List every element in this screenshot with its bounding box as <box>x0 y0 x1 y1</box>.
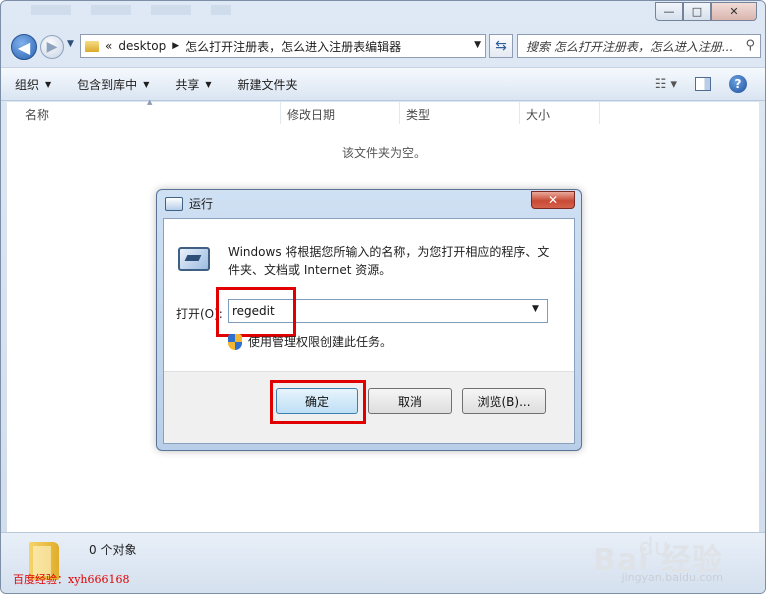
run-title-icon <box>165 196 183 211</box>
baidu-watermark-url: jingyan.baidu.com <box>621 571 723 584</box>
baidu-paw-icon: du <box>638 533 669 561</box>
help-icon[interactable]: ? <box>729 75 747 93</box>
minimize-button[interactable]: — <box>655 2 683 21</box>
address-bar[interactable]: « desktop ▶ 怎么打开注册表，怎么进入注册表编辑器 ▼ <box>80 34 486 58</box>
caption-buttons: — □ ✕ <box>655 2 757 21</box>
dialog-title: 运行 <box>189 197 214 211</box>
command-toolbar: 组织 ▼ 包含到库中 ▼ 共享 ▼ 新建文件夹 ☷ ▾ ? <box>1 67 765 101</box>
browse-button[interactable]: 浏览(B)... <box>462 388 546 414</box>
column-date[interactable]: 修改日期 <box>287 106 335 123</box>
back-button[interactable]: ◀ <box>11 34 37 60</box>
breadcrumb-current-folder[interactable]: 怎么打开注册表，怎么进入注册表编辑器 <box>185 38 401 55</box>
admin-note-text: 使用管理权限创建此任务。 <box>248 335 393 349</box>
run-program-icon <box>178 247 210 271</box>
share-label: 共享 <box>175 77 200 92</box>
author-watermark: 百度经验：xyh666168 <box>13 573 130 586</box>
include-in-library-menu[interactable]: 包含到库中 ▼ <box>77 76 149 93</box>
toolbar-right-group: ☷ ▾ ? <box>655 75 747 93</box>
search-box[interactable]: 搜索 怎么打开注册表，怎么进入注册... ⚲ <box>517 34 761 58</box>
close-button[interactable]: ✕ <box>711 2 757 21</box>
column-divider[interactable] <box>599 102 600 124</box>
chevron-down-icon: ▼ <box>143 79 150 89</box>
chevron-down-icon: ▼ <box>45 79 52 89</box>
column-divider[interactable] <box>519 102 520 124</box>
refresh-icon: ⇆ <box>495 38 507 54</box>
admin-note: 使用管理权限创建此任务。 <box>228 333 392 350</box>
column-divider[interactable] <box>399 102 400 124</box>
column-headers: ▲ 名称 修改日期 类型 大小 <box>7 98 759 126</box>
maximize-button[interactable]: □ <box>683 2 711 21</box>
search-input[interactable]: 搜索 怎么打开注册表，怎么进入注册... <box>526 38 738 55</box>
preview-pane-icon[interactable] <box>695 77 711 91</box>
details-pane: 0 个对象 百度经验：xyh666168 Bai 经验 du jingyan.b… <box>1 532 765 593</box>
new-folder-label: 新建文件夹 <box>237 77 298 92</box>
include-in-library-label: 包含到库中 <box>77 77 138 92</box>
new-folder-button[interactable]: 新建文件夹 <box>238 76 298 93</box>
forward-button[interactable]: ▶ <box>40 35 64 59</box>
run-dialog: 运行 ✕ Windows 将根据您所输入的名称，为您打开相应的程序、文件夹、文档… <box>156 189 582 451</box>
dialog-footer: 确定 取消 浏览(B)... <box>164 371 574 443</box>
input-dropdown-icon[interactable]: ▼ <box>532 304 539 314</box>
breadcrumb-desktop[interactable]: desktop <box>118 39 166 53</box>
cancel-button[interactable]: 取消 <box>368 388 452 414</box>
organize-menu[interactable]: 组织 ▼ <box>15 76 51 93</box>
view-options-icon[interactable]: ☷ ▾ <box>655 77 677 92</box>
empty-folder-message: 该文件夹为空。 <box>342 146 427 160</box>
column-name[interactable]: 名称 <box>25 106 49 123</box>
ok-highlight-annotation <box>270 380 366 424</box>
dialog-body: Windows 将根据您所输入的名称，为您打开相应的程序、文件夹、文档或 Int… <box>163 218 575 444</box>
address-dropdown-icon[interactable]: ▼ <box>474 40 481 50</box>
history-dropdown-icon[interactable]: ▼ <box>67 39 74 49</box>
column-type[interactable]: 类型 <box>406 106 430 123</box>
column-size[interactable]: 大小 <box>526 106 550 123</box>
item-count: 0 个对象 <box>89 543 137 557</box>
sort-ascending-icon: ▲ <box>147 98 153 106</box>
navigation-bar: ◀ ▶ ▼ « desktop ▶ 怎么打开注册表，怎么进入注册表编辑器 ▼ ⇆… <box>7 31 761 61</box>
search-icon[interactable]: ⚲ <box>745 38 755 53</box>
chevron-down-icon: ▼ <box>205 79 212 89</box>
share-menu[interactable]: 共享 ▼ <box>175 76 211 93</box>
dialog-close-button[interactable]: ✕ <box>531 191 575 209</box>
uac-shield-icon <box>228 333 242 350</box>
refresh-button[interactable]: ⇆ <box>489 34 513 58</box>
forward-arrow-icon: ▶ <box>46 39 58 55</box>
title-bar-blur <box>31 5 231 15</box>
organize-label: 组织 <box>15 77 40 92</box>
input-highlight-annotation <box>216 287 296 337</box>
breadcrumb-separator-icon[interactable]: ▶ <box>172 41 179 51</box>
close-icon: ✕ <box>547 193 559 207</box>
dialog-title-bar[interactable]: 运行 <box>165 195 213 212</box>
dialog-description: Windows 将根据您所输入的名称，为您打开相应的程序、文件夹、文档或 Int… <box>228 245 550 277</box>
column-divider[interactable] <box>280 102 281 124</box>
back-arrow-icon: ◀ <box>17 37 31 57</box>
folder-icon <box>85 40 99 52</box>
breadcrumb-prefix[interactable]: « <box>105 39 112 53</box>
